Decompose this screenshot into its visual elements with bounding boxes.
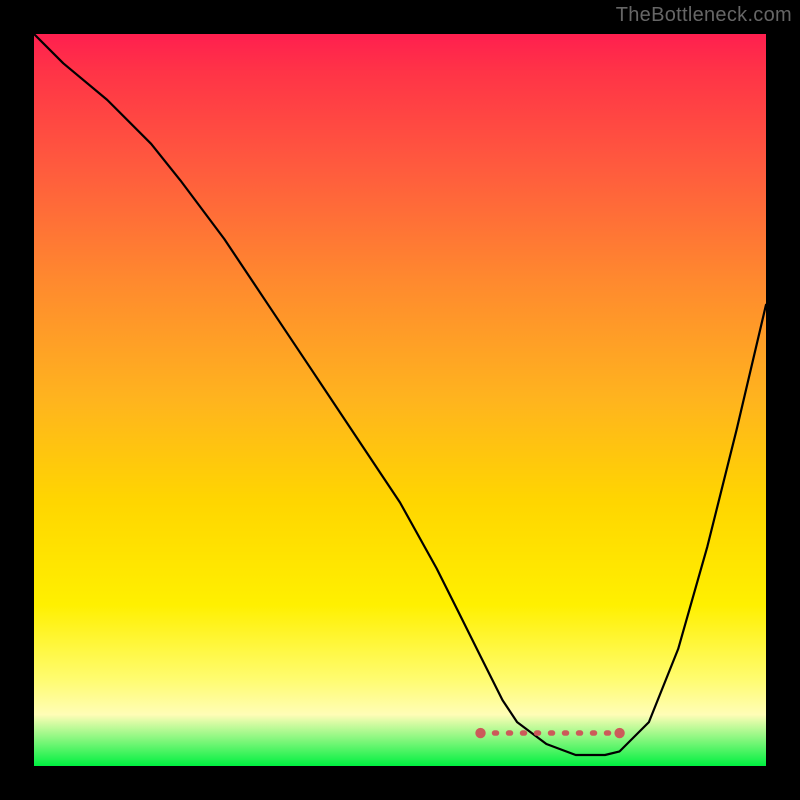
- plot-area: [34, 34, 766, 766]
- chart-container: TheBottleneck.com: [0, 0, 800, 800]
- curve-svg: [34, 34, 766, 766]
- attribution-label: TheBottleneck.com: [616, 4, 792, 27]
- curve-line: [34, 34, 766, 755]
